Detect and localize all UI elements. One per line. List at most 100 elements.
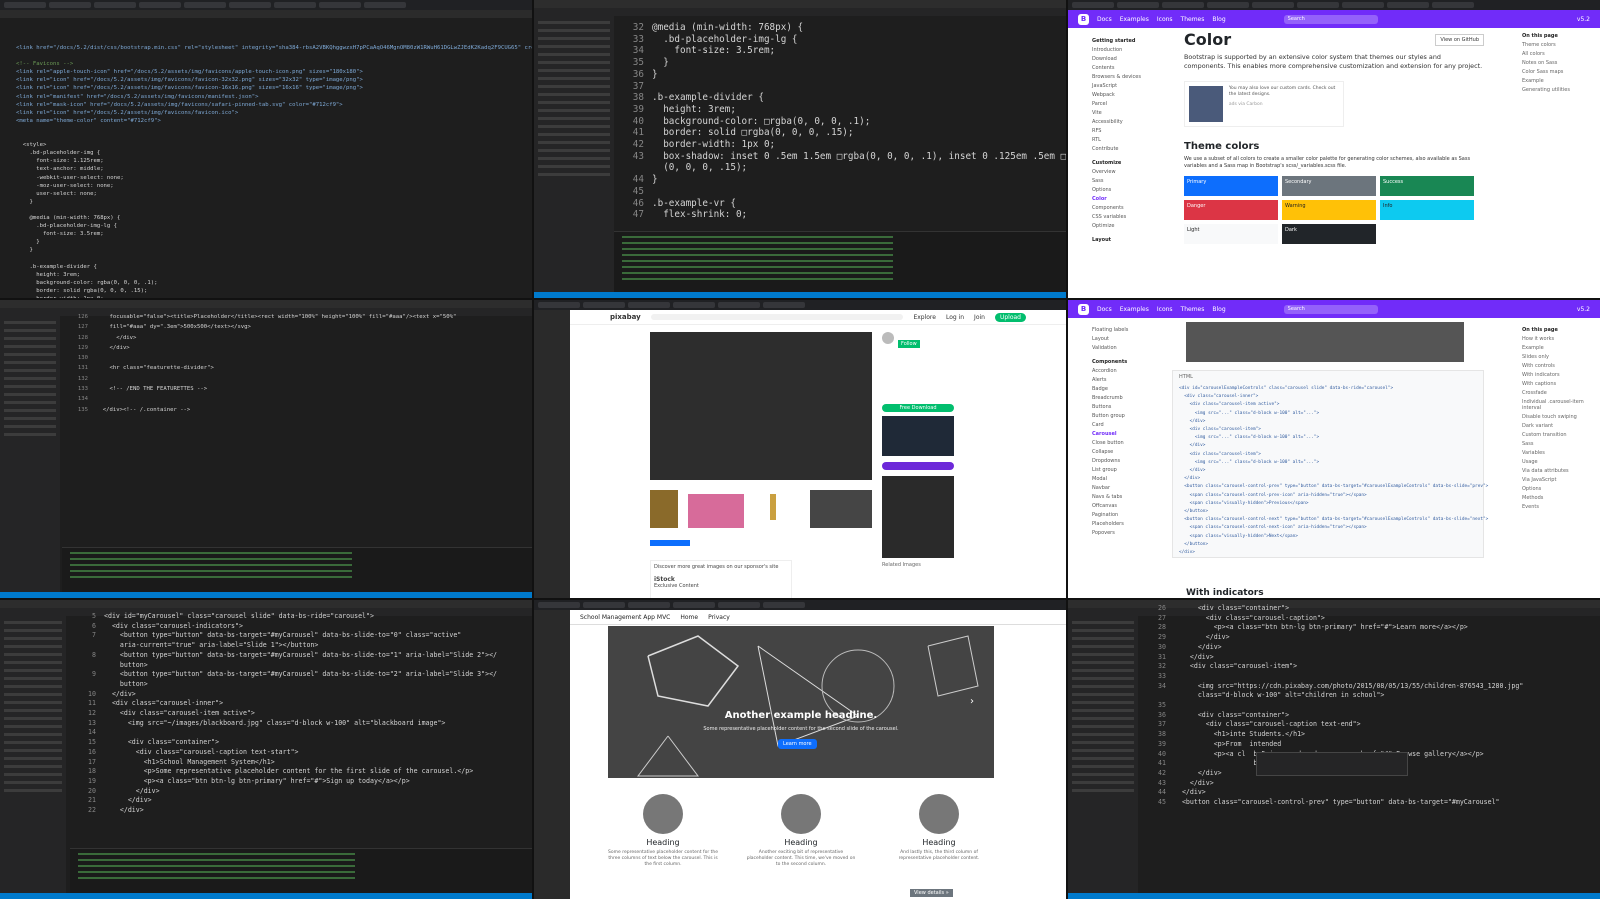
sidebar-item[interactable]: Pagination xyxy=(1092,512,1172,518)
toc-link[interactable]: Custom transition xyxy=(1522,432,1592,438)
sidebar-item[interactable]: Browsers & devices xyxy=(1092,74,1172,80)
toc-link[interactable]: Options xyxy=(1522,486,1592,492)
nav-blog[interactable]: Blog xyxy=(1212,306,1225,313)
download-button[interactable]: Free Download xyxy=(882,404,954,412)
toc-link[interactable]: Dark variant xyxy=(1522,423,1592,429)
sidebar-item[interactable]: Webpack xyxy=(1092,92,1172,98)
sidebar-item[interactable]: RTL xyxy=(1092,137,1172,143)
terminal-panel[interactable] xyxy=(62,547,532,592)
sidebar-item[interactable]: RFS xyxy=(1092,128,1172,134)
nav-docs[interactable]: Docs xyxy=(1097,16,1112,23)
carbon-ad[interactable]: You may also love our custom cards. Chec… xyxy=(1184,81,1344,127)
thumb-chalkboard[interactable] xyxy=(810,490,872,528)
carousel-next-icon[interactable]: › xyxy=(970,696,974,707)
toc-link[interactable]: Crossfade xyxy=(1522,390,1592,396)
explorer-panel[interactable] xyxy=(0,616,66,893)
learn-more-button[interactable]: Learn more xyxy=(778,739,817,749)
toc-link[interactable]: Slides only xyxy=(1522,354,1592,360)
ad-credit[interactable]: ads via Carbon xyxy=(1229,102,1339,108)
toc-link[interactable]: How it works xyxy=(1522,336,1592,342)
app-brand[interactable]: School Management App MVC xyxy=(580,614,670,621)
sidebar-group-layout[interactable]: Layout xyxy=(1092,237,1172,243)
canva-button[interactable] xyxy=(882,462,954,470)
autocomplete-popup[interactable] xyxy=(1256,752,1408,776)
search-input[interactable] xyxy=(650,314,904,320)
sidebar-item[interactable]: Offcanvas xyxy=(1092,503,1172,509)
sidebar-item[interactable]: Optimize xyxy=(1092,223,1172,229)
sidebar-item[interactable]: Sass xyxy=(1092,178,1172,184)
sidebar-item[interactable]: Navbar xyxy=(1092,485,1172,491)
toc-link[interactable]: All colors xyxy=(1522,51,1592,57)
sidebar-item[interactable]: Alerts xyxy=(1092,377,1172,383)
nav-examples[interactable]: Examples xyxy=(1120,306,1149,313)
sidebar-item[interactable]: Dropdowns xyxy=(1092,458,1172,464)
browser-tabs[interactable] xyxy=(534,300,1066,310)
nav-home[interactable]: Home xyxy=(680,614,698,621)
sidebar-item[interactable]: Introduction xyxy=(1092,47,1172,53)
toc-link[interactable]: Via JavaScript xyxy=(1522,477,1592,483)
sidebar-item[interactable]: Validation xyxy=(1092,345,1172,351)
toc-link[interactable]: With indicators xyxy=(1522,372,1592,378)
sidebar-item[interactable]: Overview xyxy=(1092,169,1172,175)
sidebar-item[interactable]: Accordion xyxy=(1092,368,1172,374)
sidebar-item[interactable]: Button group xyxy=(1092,413,1172,419)
toc-link[interactable]: Disable touch swiping xyxy=(1522,414,1592,420)
sidebar-item[interactable]: Contribute xyxy=(1092,146,1172,152)
nav-explore[interactable]: Explore xyxy=(913,314,936,321)
sidebar-item[interactable]: Modal xyxy=(1092,476,1172,482)
tag-button[interactable] xyxy=(650,540,690,546)
sidebar-item[interactable]: Close button xyxy=(1092,440,1172,446)
toc-link[interactable]: Usage xyxy=(1522,459,1592,465)
nav-themes[interactable]: Themes xyxy=(1181,306,1205,313)
toc-link[interactable]: Methods xyxy=(1522,495,1592,501)
sidebar-group-components[interactable]: Components xyxy=(1092,359,1172,365)
sidebar-item[interactable]: Placeholders xyxy=(1092,521,1172,527)
sidebar-item[interactable]: Parcel xyxy=(1092,101,1172,107)
sidebar-item[interactable]: Breadcrumb xyxy=(1092,395,1172,401)
bootstrap-logo-icon[interactable]: B xyxy=(1078,13,1089,25)
address-bar[interactable] xyxy=(0,10,532,18)
toc-link[interactable]: Generating utilities xyxy=(1522,87,1592,93)
sidebar-item[interactable]: Card xyxy=(1092,422,1172,428)
bootstrap-logo-icon[interactable]: B xyxy=(1078,303,1089,315)
sidebar-item[interactable]: Contents xyxy=(1092,65,1172,71)
browser-tabs[interactable] xyxy=(534,600,1066,610)
version-select[interactable]: v5.2 xyxy=(1577,16,1590,23)
upload-button[interactable]: Upload xyxy=(994,312,1026,322)
thumb-lamp[interactable] xyxy=(770,494,776,520)
view-details-button[interactable]: View details » xyxy=(910,889,953,897)
vertical-tabs[interactable] xyxy=(534,610,570,899)
toc-link[interactable]: Theme colors xyxy=(1522,42,1592,48)
avatar[interactable] xyxy=(882,332,894,344)
nav-examples[interactable]: Examples xyxy=(1120,16,1149,23)
browser-tabs[interactable] xyxy=(0,0,532,10)
toc-link[interactable]: Sass xyxy=(1522,441,1592,447)
download-options[interactable] xyxy=(882,416,954,456)
nav-login[interactable]: Log in xyxy=(946,314,964,321)
carousel-slide[interactable]: Another example headline. Some represent… xyxy=(608,626,994,778)
sidebar-item[interactable]: Color xyxy=(1092,196,1172,202)
browser-tabs[interactable] xyxy=(1068,0,1600,10)
search-input[interactable]: Search xyxy=(1283,14,1378,24)
vertical-tabs[interactable] xyxy=(534,310,570,598)
sidebar-item[interactable]: Layout xyxy=(1092,336,1172,342)
version-select[interactable]: v5.2 xyxy=(1577,306,1590,313)
terminal-panel[interactable] xyxy=(614,231,1066,292)
sidebar-item[interactable]: Components xyxy=(1092,205,1172,211)
sidebar-item[interactable]: JavaScript xyxy=(1092,83,1172,89)
sidebar-item[interactable]: Floating labels xyxy=(1092,327,1172,333)
sidebar-item[interactable]: CSS variables xyxy=(1092,214,1172,220)
blackboard-image[interactable] xyxy=(650,332,872,480)
explorer-panel[interactable] xyxy=(1068,616,1138,893)
toc-link[interactable]: Notes on Sass xyxy=(1522,60,1592,66)
sidebar-item[interactable]: Carousel xyxy=(1092,431,1172,437)
istock-ad[interactable]: Discover more great images on our sponso… xyxy=(650,560,792,598)
nav-docs[interactable]: Docs xyxy=(1097,306,1112,313)
editor-tabs[interactable] xyxy=(534,8,1066,16)
follow-button[interactable]: Follow xyxy=(898,340,920,348)
nav-privacy[interactable]: Privacy xyxy=(708,614,730,621)
sidebar-item[interactable]: List group xyxy=(1092,467,1172,473)
sidebar-item[interactable]: Badge xyxy=(1092,386,1172,392)
toc-link[interactable]: Example xyxy=(1522,345,1592,351)
sidebar-item[interactable]: Collapse xyxy=(1092,449,1172,455)
